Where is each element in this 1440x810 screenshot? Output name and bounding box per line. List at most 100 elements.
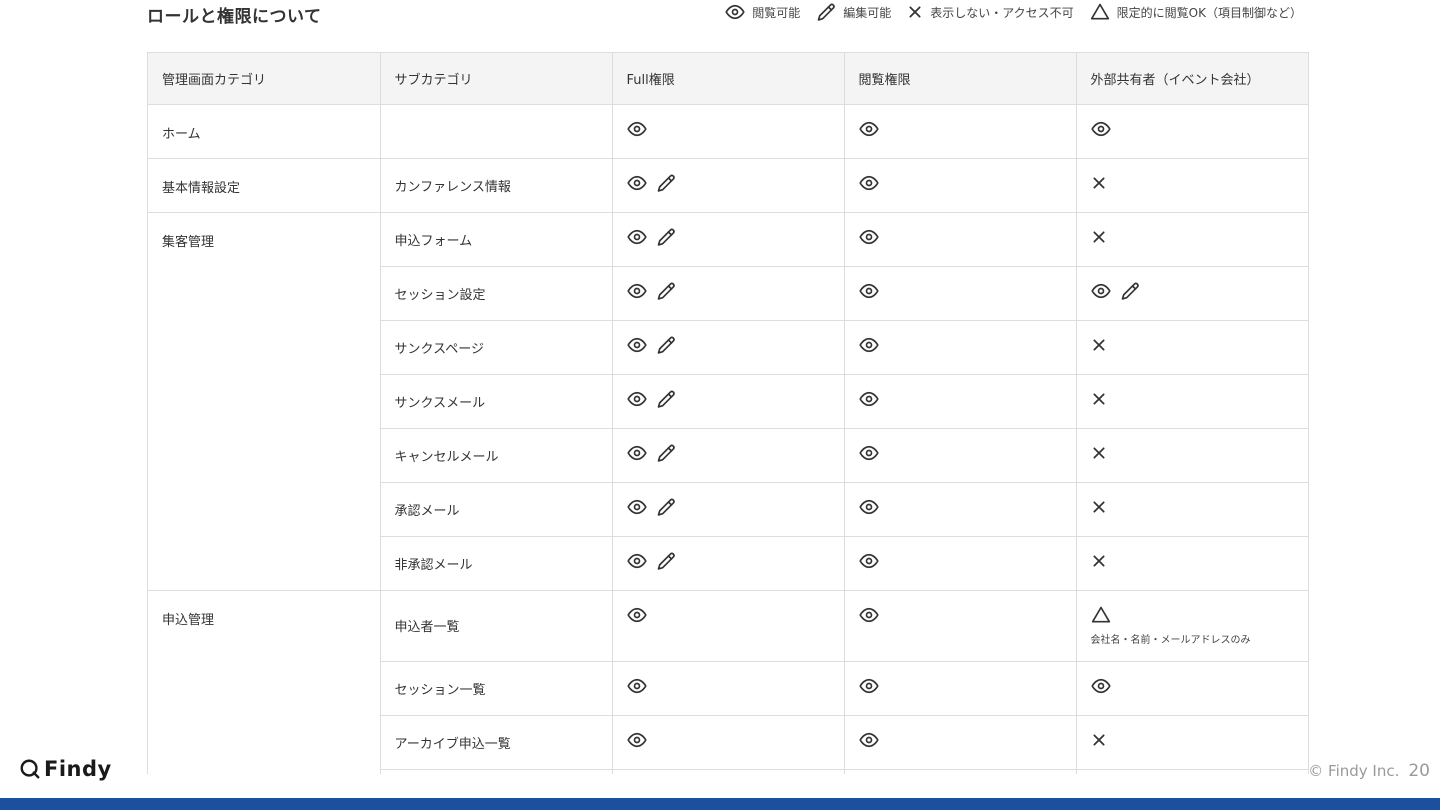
subcategory-cell — [380, 104, 613, 159]
external-permission-cell — [1076, 715, 1308, 770]
permission-icons — [858, 551, 1062, 571]
table-row: 申込管理 申込者一覧会社名・名前・メールアドレスのみ — [148, 590, 1308, 774]
eye-icon — [1090, 121, 1111, 136]
permission-icons — [1091, 551, 1296, 571]
full-permission-cell — [612, 212, 845, 267]
eye-icon — [626, 732, 647, 747]
permissions-table-container: 管理画面カテゴリ サブカテゴリ Full権限 閲覧権限 外部共有者（イベント会社… — [147, 52, 1309, 774]
column-header: Full権限 — [612, 53, 845, 105]
permission-icons — [1090, 119, 1296, 139]
subcategory-cell: 申込者一覧 — [380, 590, 613, 662]
legend-item-limited: 限定的に閲覧OK（項目制御など） — [1090, 2, 1302, 22]
full-permission-cell — [612, 715, 845, 770]
findy-logo-icon — [20, 759, 40, 779]
permission-icons — [858, 227, 1062, 247]
triangle-icon — [1090, 3, 1109, 20]
legend: 閲覧可能 編集可能 表示しない・アクセス不可 限定的に閲覧OK（項目制御など） — [709, 2, 1302, 22]
permission-icons — [626, 676, 830, 696]
cross-icon — [1092, 176, 1105, 189]
eye-icon — [626, 678, 647, 693]
legend-item-view: 閲覧可能 — [725, 2, 800, 22]
view-permission-cell — [844, 590, 1077, 662]
legend-item-none: 表示しない・アクセス不可 — [907, 4, 1074, 21]
permission-icons — [858, 676, 1062, 696]
triangle-icon — [1091, 606, 1110, 622]
view-permission-cell — [844, 158, 1077, 213]
table-row: 集客管理 申込フォーム — [148, 212, 1308, 591]
view-permission-cell — [844, 212, 1077, 267]
full-permission-cell — [612, 590, 845, 662]
eye-icon — [858, 607, 879, 622]
table-row: 基本情報設定 カンファレンス情報 — [148, 158, 1308, 213]
footer-logo-text: Findy — [44, 757, 112, 781]
subcategory-cell: 非承認メール — [380, 536, 613, 591]
permission-icons — [626, 281, 830, 301]
pencil-icon — [657, 174, 675, 192]
eye-icon — [626, 175, 647, 190]
permission-icons — [858, 605, 1062, 625]
legend-label: 表示しない・アクセス不可 — [930, 5, 1074, 20]
cross-icon — [1092, 554, 1105, 567]
eye-icon — [725, 4, 745, 20]
eye-icon — [626, 283, 647, 298]
full-permission-cell — [612, 428, 845, 483]
permission-icons — [858, 335, 1062, 355]
external-permission-cell — [1076, 104, 1308, 159]
permission-icons — [1090, 281, 1296, 301]
external-permission-cell — [1076, 769, 1308, 774]
external-permission-cell — [1076, 158, 1308, 213]
full-permission-cell — [612, 158, 845, 213]
external-permission-cell — [1076, 482, 1308, 537]
permission-icons — [1091, 497, 1296, 517]
pencil-icon — [1121, 282, 1139, 300]
permission-icons — [626, 605, 830, 625]
permission-icons — [1091, 335, 1296, 355]
eye-icon — [626, 337, 647, 352]
eye-icon — [626, 553, 647, 568]
category-cell: 申込管理 — [148, 590, 381, 774]
external-permission-cell — [1076, 536, 1308, 591]
view-permission-cell — [844, 320, 1077, 375]
subcategory-cell: アーカイブ申込一覧 — [380, 715, 613, 770]
table-row: ホーム — [148, 104, 1308, 159]
eye-icon — [858, 175, 879, 190]
full-permission-cell — [612, 320, 845, 375]
permission-icons — [1091, 443, 1296, 463]
eye-icon — [858, 391, 879, 406]
permission-note: 会社名・名前・メールアドレスのみ — [1090, 634, 1251, 646]
eye-icon — [858, 553, 879, 568]
pencil-icon — [657, 336, 675, 354]
cross-icon — [1092, 500, 1105, 513]
view-permission-cell — [844, 428, 1077, 483]
permission-icons — [626, 443, 830, 463]
column-header: サブカテゴリ — [380, 53, 613, 105]
permissions-table: 管理画面カテゴリ サブカテゴリ Full権限 閲覧権限 外部共有者（イベント会社… — [148, 53, 1308, 774]
pencil-icon — [657, 444, 675, 462]
permission-icons — [1090, 676, 1296, 696]
view-permission-cell — [844, 715, 1077, 770]
pencil-icon — [657, 228, 675, 246]
bottom-accent-bar — [0, 798, 1440, 810]
permission-icons — [626, 730, 830, 750]
view-permission-cell — [844, 536, 1077, 591]
eye-icon — [858, 337, 879, 352]
legend-item-edit: 編集可能 — [816, 2, 891, 22]
permission-icons — [1091, 173, 1296, 193]
subcategory-cell: 申込フォーム — [380, 212, 613, 267]
eye-icon — [858, 445, 879, 460]
category-cell: 基本情報設定 — [148, 158, 381, 213]
table-body: ホーム 基本情報設定 カンファレンス情報 集客管理 申込フォーム セッション設定 サンクスペ… — [148, 104, 1308, 774]
table-header-row: 管理画面カテゴリ サブカテゴリ Full権限 閲覧権限 外部共有者（イベント会社… — [148, 53, 1308, 105]
page-title: ロールと権限について — [147, 7, 322, 27]
permission-icons — [626, 335, 830, 355]
permission-icons — [626, 119, 830, 139]
external-permission-cell — [1076, 212, 1308, 267]
permission-icons — [858, 730, 1062, 750]
subcategory-cell: セッション設定 — [380, 266, 613, 321]
permission-icons — [1091, 730, 1296, 750]
eye-icon — [858, 732, 879, 747]
subcategory-cell: キャンセルメール — [380, 428, 613, 483]
eye-icon — [626, 229, 647, 244]
permission-icons — [858, 389, 1062, 409]
eye-icon — [858, 229, 879, 244]
